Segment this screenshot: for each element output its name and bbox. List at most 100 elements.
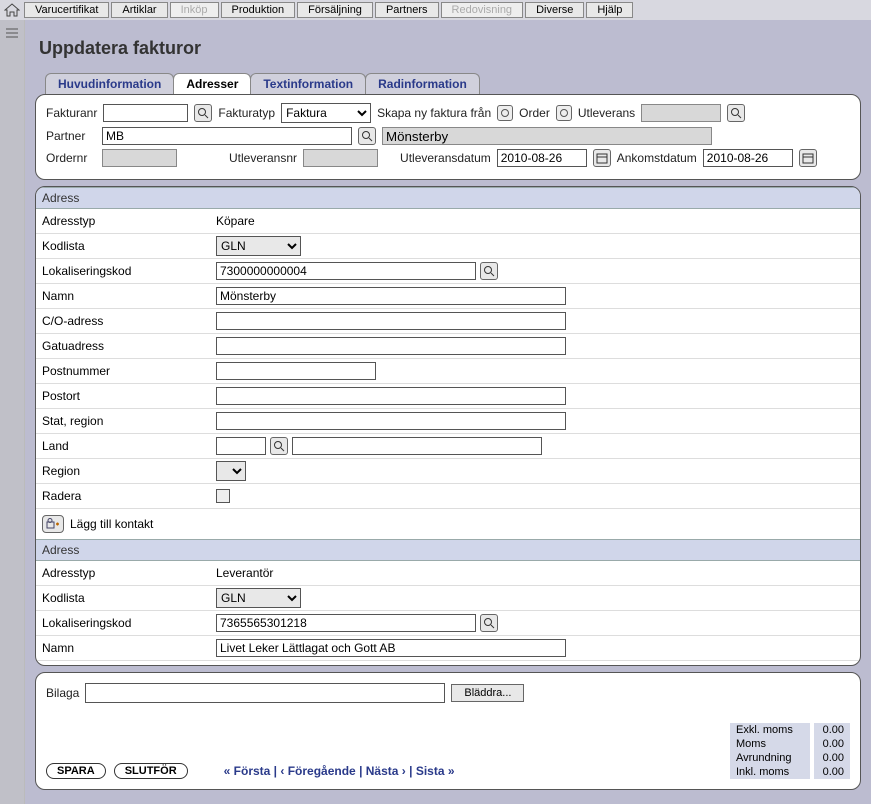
nav-first[interactable]: « Första: [224, 764, 271, 778]
total-moms-value: 0.00: [814, 737, 850, 751]
stat-input-1[interactable]: [216, 412, 566, 430]
namn-label-2: Namn: [36, 641, 216, 655]
menu-varucertifikat[interactable]: Varucertifikat: [24, 2, 109, 18]
kodlista-label-1: Kodlista: [36, 239, 216, 253]
lokaliseringskod-search-icon-2[interactable]: [480, 614, 498, 632]
menu-bar: Varucertifikat Artiklar Inköp Produktion…: [24, 2, 633, 18]
co-input-1[interactable]: [216, 312, 566, 330]
finish-button[interactable]: SLUTFÖR: [114, 763, 188, 779]
address-panel[interactable]: Adress AdresstypKöpare KodlistaGLN Lokal…: [35, 186, 861, 666]
fakturatyp-select[interactable]: Faktura: [281, 103, 371, 123]
tab-radinformation[interactable]: Radinformation: [365, 73, 480, 94]
menu-produktion[interactable]: Produktion: [221, 2, 296, 18]
tab-huvudinformation[interactable]: Huvudinformation: [45, 73, 174, 94]
postnr-label-1: Postnummer: [36, 364, 216, 378]
total-inkl-value: 0.00: [814, 765, 850, 779]
adresstyp-label-2: Adresstyp: [36, 566, 216, 580]
region-label-1: Region: [36, 464, 216, 478]
namn-input-2[interactable]: [216, 639, 566, 657]
tab-textinformation[interactable]: Textinformation: [250, 73, 366, 94]
utleverans-search-icon[interactable]: [727, 104, 745, 122]
region-select-1[interactable]: [216, 461, 246, 481]
utleverans-input[interactable]: [641, 104, 721, 122]
utleverans-radio[interactable]: [556, 105, 572, 121]
bilaga-input[interactable]: [85, 683, 445, 703]
top-toolbar: Varucertifikat Artiklar Inköp Produktion…: [0, 0, 871, 21]
ordernr-input[interactable]: [102, 149, 177, 167]
lokaliseringskod-input-2[interactable]: [216, 614, 476, 632]
fakturanr-label: Fakturanr: [46, 106, 97, 120]
kodlista-label-2: Kodlista: [36, 591, 216, 605]
save-button[interactable]: SPARA: [46, 763, 106, 779]
utleveransdatum-input[interactable]: [497, 149, 587, 167]
stat-label-1: Stat, region: [36, 414, 216, 428]
total-moms-label: Moms: [730, 737, 810, 751]
total-exkl-value: 0.00: [814, 723, 850, 737]
postort-input-1[interactable]: [216, 387, 566, 405]
adresstyp-label-1: Adresstyp: [36, 214, 216, 228]
adresstyp-value-2: Leverantör: [216, 566, 273, 580]
land-code-input-1[interactable]: [216, 437, 266, 455]
totals-box: Exkl. moms0.00 Moms0.00 Avrundning0.00 I…: [730, 723, 850, 779]
utleveransnr-input[interactable]: [303, 149, 378, 167]
postnr-input-1[interactable]: [216, 362, 376, 380]
land-search-icon-1[interactable]: [270, 437, 288, 455]
total-exkl-label: Exkl. moms: [730, 723, 810, 737]
content-area: Uppdatera fakturor Huvudinformation Adre…: [25, 20, 871, 804]
menu-artiklar[interactable]: Artiklar: [111, 2, 167, 18]
home-icon[interactable]: [4, 3, 20, 17]
bilaga-label: Bilaga: [46, 686, 79, 700]
order-radio[interactable]: [497, 105, 513, 121]
lokaliseringskod-input-1[interactable]: [216, 262, 476, 280]
menu-forsaljning[interactable]: Försäljning: [297, 2, 373, 18]
ankomstdatum-input[interactable]: [703, 149, 793, 167]
tab-adresser[interactable]: Adresser: [173, 73, 251, 94]
tab-bar: Huvudinformation Adresser Textinformatio…: [45, 73, 861, 94]
footer-panel: Bilaga Bläddra... SPARA SLUTFÖR « Första…: [35, 672, 861, 790]
menu-hjalp[interactable]: Hjälp: [586, 2, 633, 18]
partner-search-icon[interactable]: [358, 127, 376, 145]
adresstyp-value-1: Köpare: [216, 214, 255, 228]
left-sidebar: [0, 20, 25, 804]
radera-checkbox-1[interactable]: [216, 489, 230, 503]
lokaliseringskod-search-icon-1[interactable]: [480, 262, 498, 280]
menu-inkop: Inköp: [170, 2, 219, 18]
browse-button[interactable]: Bläddra...: [451, 684, 524, 702]
add-contact-icon[interactable]: [42, 515, 64, 533]
kodlista-select-2[interactable]: GLN: [216, 588, 301, 608]
partner-name-display: [382, 127, 712, 145]
menu-redovisning: Redovisning: [441, 2, 524, 18]
fakturanr-input[interactable]: [103, 104, 188, 122]
page-title: Uppdatera fakturor: [39, 38, 861, 59]
skapa-label: Skapa ny faktura från: [377, 106, 491, 120]
land-name-input-1[interactable]: [292, 437, 542, 455]
partner-label: Partner: [46, 129, 96, 143]
utleveransdatum-calendar-icon[interactable]: [593, 149, 611, 167]
ordernr-label: Ordernr: [46, 151, 96, 165]
ankomstdatum-calendar-icon[interactable]: [799, 149, 817, 167]
menu-partners[interactable]: Partners: [375, 2, 439, 18]
partner-code-input[interactable]: [102, 127, 352, 145]
nav-prev[interactable]: ‹ Föregående: [280, 764, 355, 778]
land-label-1: Land: [36, 439, 216, 453]
namn-label-1: Namn: [36, 289, 216, 303]
total-inkl-label: Inkl. moms: [730, 765, 810, 779]
menu-diverse[interactable]: Diverse: [525, 2, 584, 18]
fakturanr-search-icon[interactable]: [194, 104, 212, 122]
list-icon[interactable]: [5, 26, 19, 40]
add-contact-label[interactable]: Lägg till kontakt: [70, 517, 153, 531]
pager-nav: « Första | ‹ Föregående | Nästa › | Sist…: [224, 764, 455, 778]
lokaliseringskod-label-2: Lokaliseringskod: [36, 616, 216, 630]
lokaliseringskod-label-1: Lokaliseringskod: [36, 264, 216, 278]
gatu-label-1: Gatuadress: [36, 339, 216, 353]
namn-input-1[interactable]: [216, 287, 566, 305]
gatu-input-1[interactable]: [216, 337, 566, 355]
ankomstdatum-label: Ankomstdatum: [617, 151, 697, 165]
co-label-1: C/O-adress: [36, 314, 216, 328]
total-avrundning-value: 0.00: [814, 751, 850, 765]
kodlista-select-1[interactable]: GLN: [216, 236, 301, 256]
utleveransnr-label: Utleveransnr: [229, 151, 297, 165]
nav-last[interactable]: Sista »: [416, 764, 455, 778]
nav-next[interactable]: Nästa ›: [366, 764, 406, 778]
postort-label-1: Postort: [36, 389, 216, 403]
